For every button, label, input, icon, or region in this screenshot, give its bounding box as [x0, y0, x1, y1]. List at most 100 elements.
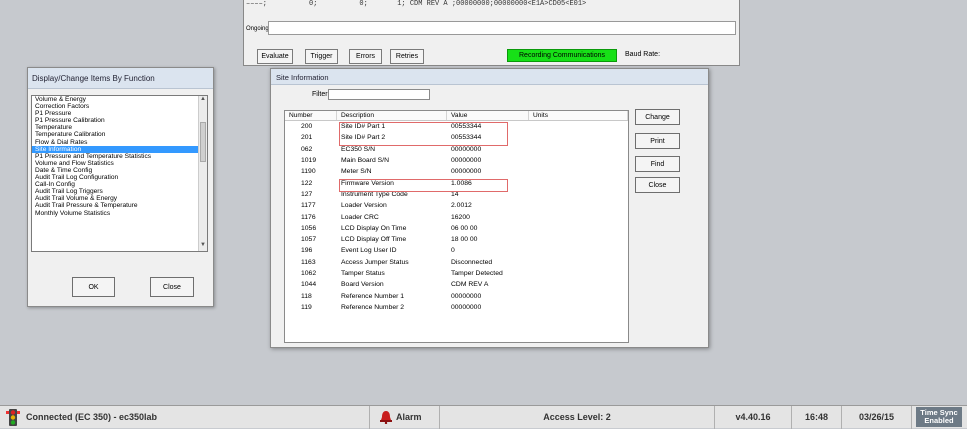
table-row[interactable]: 1062 Tamper Status Tamper Detected: [285, 268, 628, 279]
table-row[interactable]: 1177 Loader Version 2.0012: [285, 200, 628, 211]
time-sync-badge[interactable]: Time Sync Enabled: [916, 407, 962, 427]
list-item[interactable]: Call-In Config: [32, 181, 207, 188]
list-item[interactable]: P1 Pressure: [32, 110, 207, 117]
table-row[interactable]: 1044 Board Version CDM REV A: [285, 279, 628, 290]
table-row[interactable]: 1019 Main Board S/N 00000000: [285, 155, 628, 166]
cell-number: 119: [301, 303, 312, 311]
status-bar: Connected (EC 350) - ec350lab Alarm Acce…: [0, 405, 967, 429]
scroll-up-arrow-icon[interactable]: ▲: [199, 96, 207, 105]
highlight-site-id: [339, 122, 508, 146]
baud-rate-label: Baud Rate:: [625, 51, 661, 58]
table-row[interactable]: 1190 Meter S/N 00000000: [285, 166, 628, 177]
listbox-scrollbar[interactable]: ▲ ▼: [198, 96, 207, 251]
connection-status: Connected (EC 350) - ec350lab: [0, 405, 370, 429]
ongoing-label: Ongoing: [246, 26, 269, 32]
cell-number: 1062: [301, 270, 317, 277]
list-item[interactable]: Date & Time Config: [32, 167, 207, 174]
cell-value: CDM REV A: [451, 281, 489, 289]
dialog-title: Site Information: [271, 69, 708, 85]
table-row[interactable]: 196 Event Log User ID 0: [285, 245, 628, 256]
list-item[interactable]: Correction Factors: [32, 103, 207, 110]
close-button[interactable]: Close: [150, 277, 194, 297]
find-button[interactable]: Find: [635, 156, 680, 172]
cell-number: 1056: [301, 224, 317, 232]
comm-log-row: ––––; 0; 0; 1; CDM REV A ;00000000;00000…: [246, 0, 587, 8]
cell-number: 1019: [301, 157, 317, 165]
grid-header: Number Description Value Units: [285, 111, 628, 121]
list-item[interactable]: Audit Trail Pressure & Temperature: [32, 202, 207, 209]
column-header-number[interactable]: Number: [285, 111, 337, 120]
list-item[interactable]: Site Information: [32, 145, 207, 153]
scroll-thumb[interactable]: [200, 122, 206, 162]
table-row[interactable]: 1163 Access Jumper Status Disconnected: [285, 257, 628, 268]
date-label: 03/26/15: [858, 412, 895, 422]
function-list: Volume & Energy Correction Factors P1 Pres…: [32, 96, 207, 217]
print-button[interactable]: Print: [635, 133, 680, 149]
cell-number: 1163: [301, 258, 316, 266]
cell-description: LCD Display On Time: [341, 224, 407, 232]
cell-number: 196: [301, 247, 313, 255]
list-item[interactable]: Temperature Calibration: [32, 131, 207, 138]
ongoing-field[interactable]: [268, 21, 736, 35]
ok-button[interactable]: OK: [72, 277, 115, 297]
cell-number: 1177: [301, 202, 316, 210]
cell-description: Event Log User ID: [341, 247, 397, 255]
cell-value: 00000000: [451, 157, 482, 165]
communications-window: ––––; 0; 0; 1; CDM REV A ;00000000;00000…: [243, 0, 740, 66]
version-label: v4.40.16: [735, 412, 771, 422]
list-item[interactable]: P1 Pressure and Temperature Statistics: [32, 153, 207, 160]
cell-number: 118: [301, 292, 312, 300]
cell-description: Loader Version: [341, 202, 387, 210]
date: 03/26/15: [842, 405, 912, 429]
cell-description: Access Jumper Status: [341, 258, 409, 266]
list-item[interactable]: Volume & Energy: [32, 96, 207, 103]
column-header-description[interactable]: Description: [337, 111, 447, 120]
list-item[interactable]: P1 Pressure Calibration: [32, 117, 207, 124]
scroll-down-arrow-icon[interactable]: ▼: [199, 242, 207, 251]
trigger-button[interactable]: Trigger: [305, 49, 338, 64]
retries-button[interactable]: Retries: [390, 49, 424, 64]
cell-description: Board Version: [341, 281, 384, 289]
cell-description: EC350 S/N: [341, 145, 376, 153]
cell-value: 06 00 00: [451, 224, 478, 232]
traffic-light-icon: [6, 408, 20, 426]
change-button[interactable]: Change: [635, 109, 680, 125]
cell-number: 127: [301, 190, 313, 198]
dialog-title: Display/Change Items By Function: [28, 68, 213, 89]
cell-description: Meter S/N: [341, 168, 372, 176]
filter-input[interactable]: [328, 89, 430, 100]
list-item[interactable]: Audit Trail Log Triggers: [32, 188, 207, 195]
alarm-bell-icon: [380, 410, 392, 425]
table-row[interactable]: 1056 LCD Display On Time 06 00 00: [285, 223, 628, 234]
table-row[interactable]: 118 Reference Number 1 00000000: [285, 290, 628, 301]
site-info-grid[interactable]: Number Description Value Units 200 Site I…: [284, 110, 629, 343]
list-item[interactable]: Volume and Flow Statistics: [32, 160, 207, 167]
list-item[interactable]: Audit Trail Volume & Energy: [32, 195, 207, 202]
column-header-units[interactable]: Units: [529, 111, 628, 120]
table-row[interactable]: 1176 Loader CRC 16200: [285, 211, 628, 222]
cell-value: 00000000: [451, 303, 482, 311]
evaluate-button[interactable]: Evaluate: [257, 49, 293, 64]
site-information-dialog: Site Information Filter: Number Descript…: [270, 68, 709, 348]
table-row[interactable]: 119 Reference Number 2 00000000: [285, 302, 628, 313]
cell-value: 0: [451, 247, 455, 255]
cell-number: 200: [301, 123, 313, 131]
cell-value: 00000000: [451, 168, 482, 176]
errors-button[interactable]: Errors: [349, 49, 382, 64]
function-listbox[interactable]: Volume & Energy Correction Factors P1 Pres…: [31, 95, 208, 252]
close-button[interactable]: Close: [635, 177, 680, 193]
column-header-value[interactable]: Value: [447, 111, 529, 120]
alarm-indicator[interactable]: Alarm: [370, 405, 440, 429]
list-item[interactable]: Temperature: [32, 124, 207, 131]
cell-number: 062: [301, 145, 313, 153]
list-item[interactable]: Monthly Volume Statistics: [32, 210, 207, 217]
cell-value: 00000000: [451, 145, 482, 153]
access-level: Access Level: 2: [440, 405, 715, 429]
list-item[interactable]: Flow & Dial Rates: [32, 139, 207, 146]
table-row[interactable]: 1057 LCD Display Off Time 18 00 00: [285, 234, 628, 245]
cell-number: 1044: [301, 281, 317, 289]
list-item[interactable]: Audit Trail Log Configuration: [32, 174, 207, 181]
cell-value: 18 00 00: [451, 236, 478, 244]
cell-description: Reference Number 2: [341, 303, 405, 311]
time: 16:48: [792, 405, 842, 429]
